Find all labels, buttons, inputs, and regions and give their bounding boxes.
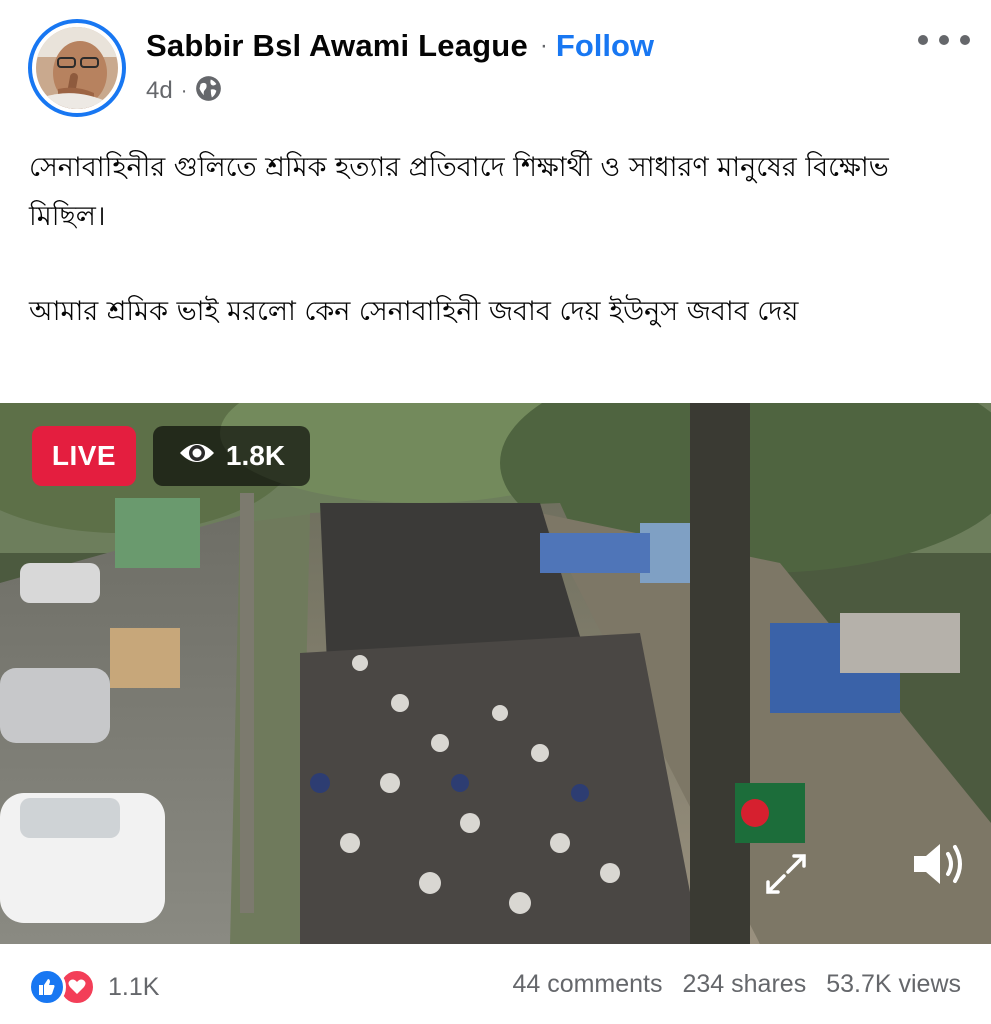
post-caption: সেনাবাহিনীর গুলিতে শ্রমিক হত্যার প্রতিবা… bbox=[29, 143, 964, 336]
like-icon bbox=[28, 968, 66, 1006]
more-dot bbox=[960, 35, 970, 45]
shares-count[interactable]: 234 shares bbox=[683, 970, 807, 999]
meta-separator: · bbox=[180, 79, 188, 102]
author-name[interactable]: Sabbir Bsl Awami League bbox=[146, 28, 528, 64]
engagement-stats: 44 comments 234 shares 53.7K views bbox=[512, 970, 961, 999]
video-frame bbox=[0, 403, 991, 944]
more-dot bbox=[939, 35, 949, 45]
caption-gap bbox=[29, 241, 964, 287]
follow-button[interactable]: Follow bbox=[556, 28, 654, 64]
more-dot bbox=[918, 35, 928, 45]
caption-paragraph-2: আমার শ্রমিক ভাই মরলো কেন সেনাবাহিনী জবাব… bbox=[29, 296, 799, 327]
comments-count[interactable]: 44 comments bbox=[512, 970, 662, 999]
more-options-icon[interactable] bbox=[918, 30, 970, 50]
viewer-count: 1.8K bbox=[225, 440, 286, 471]
live-video[interactable] bbox=[0, 403, 991, 944]
expand-icon[interactable] bbox=[760, 848, 812, 900]
name-separator: · bbox=[539, 32, 548, 59]
views-count: 53.7K views bbox=[826, 970, 961, 998]
post-meta: 4d · bbox=[146, 76, 222, 106]
caption-paragraph-1: সেনাবাহিনীর গুলিতে শ্রমিক হত্যার প্রতিবা… bbox=[29, 152, 889, 232]
viewer-count-badge: 1.8K bbox=[153, 426, 310, 486]
post-header: Sabbir Bsl Awami League · Follow 4d · bbox=[0, 0, 991, 128]
author-avatar[interactable] bbox=[28, 19, 126, 117]
live-badge: LIVE bbox=[32, 426, 136, 486]
volume-icon[interactable] bbox=[908, 836, 968, 892]
reaction-count: 1.1K bbox=[108, 972, 160, 1001]
post-time[interactable]: 4d bbox=[146, 77, 173, 105]
eye-icon bbox=[178, 439, 216, 474]
reaction-summary[interactable]: 1.1K bbox=[28, 968, 159, 1006]
author-line: Sabbir Bsl Awami League · Follow bbox=[146, 26, 654, 66]
globe-icon bbox=[195, 75, 222, 107]
avatar-image bbox=[36, 27, 118, 109]
